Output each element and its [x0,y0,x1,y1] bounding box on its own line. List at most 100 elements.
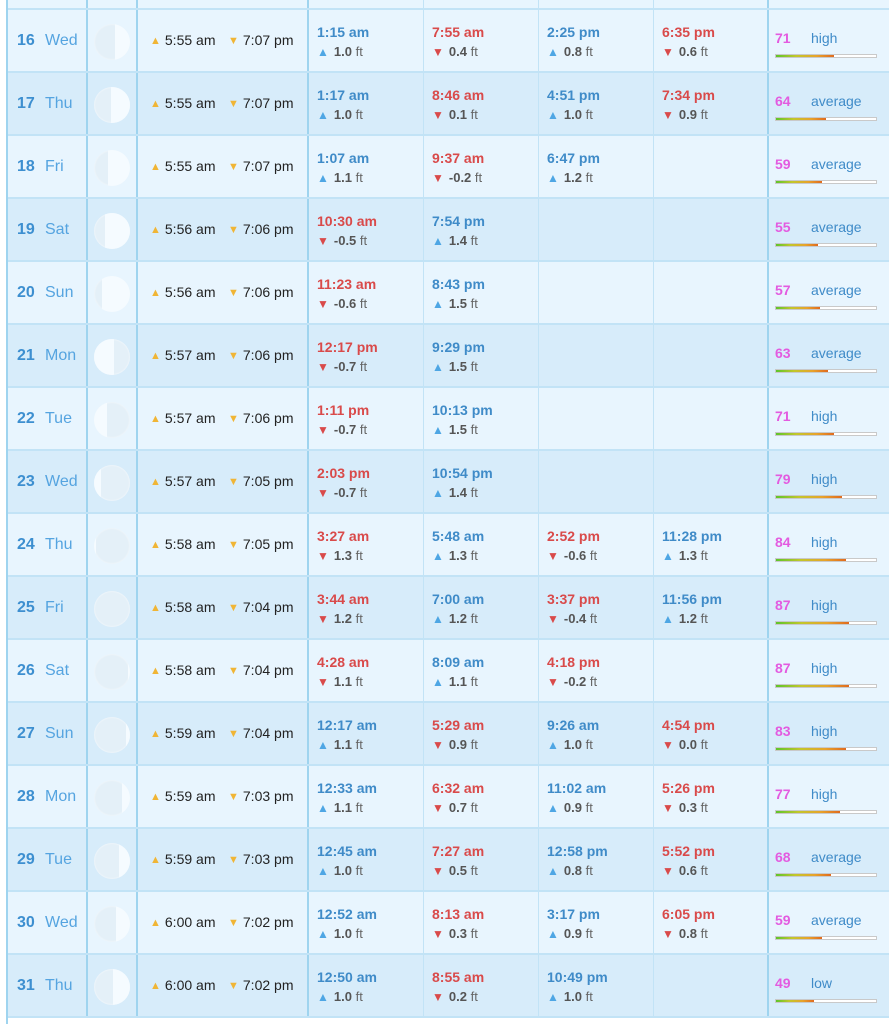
coefficient-bar [775,873,877,877]
table-row-24[interactable]: 24 Thu ▲ 5:58 am ▼ 7:05 pm 3:27 am ▼ 1.3 ft … [8,514,889,577]
sunset-time: 7:06 pm [242,284,294,300]
tide-cell: 1:11 pm ▼ -0.7 ft [309,388,424,449]
coefficient-label: low [811,975,833,991]
coefficient-label: average [811,219,862,235]
tide-height: ▲ 1.1 ft [317,800,363,815]
table-row-16[interactable]: 16 Wed ▲ 5:55 am ▼ 7:07 pm 1:15 am ▲ 1.0 ft … [8,10,889,73]
tide-height-unit: ft [351,800,363,815]
tide-height-value: 1.3 [678,548,697,563]
coefficient-label: high [811,597,838,613]
sunset-time: 7:05 pm [242,473,294,489]
tide-height-unit: ft [696,863,708,878]
sunset: ▼ 7:07 pm [228,95,293,111]
tide-height-unit: ft [351,611,363,626]
coefficient-bar-fill [776,118,826,120]
moon-phase-icon [94,843,130,879]
table-row-26[interactable]: 26 Sat ▲ 5:58 am ▼ 7:04 pm 4:28 am ▼ 1.1 ft … [8,640,889,703]
coefficient-bar-fill [776,181,822,183]
table-row-29[interactable]: 29 Tue ▲ 5:59 am ▼ 7:03 pm 12:45 am ▲ 1.0 ft… [8,829,889,892]
low-tide-icon: ▼ [432,171,444,185]
low-tide-time: 5:26 pm [662,780,715,796]
tide-height: ▼ 0.6 ft [662,44,708,59]
tide-height-unit: ft [581,107,593,122]
table-row-22[interactable]: 22 Tue ▲ 5:57 am ▼ 7:06 pm 1:11 pm ▼ -0.7 ft… [8,388,889,451]
coefficient-value: 59 [775,156,791,172]
tide-height-value: 1.2 [563,170,582,185]
coefficient-bar [775,369,877,373]
sunrise-icon: ▲ [150,665,161,677]
low-tide-icon: ▼ [432,864,444,878]
tide-height-value: 0.7 [448,800,467,815]
table-row-31[interactable]: 31 Thu ▲ 6:00 am ▼ 7:02 pm 12:50 am ▲ 1.0 ft… [8,955,889,1018]
tide-cell: 7:34 pm ▼ 0.9 ft [654,73,769,134]
tide-cell: 12:50 am ▲ 1.0 ft [309,955,424,1016]
high-tide-time: 11:02 am [547,780,607,796]
moon-cell [88,262,138,323]
date-cell: 24 Thu [8,514,88,575]
tide-height: ▲ 0.9 ft [547,926,593,941]
sunset: ▼ 7:07 pm [228,158,293,174]
high-tide-icon: ▲ [317,801,329,815]
sunrise-time: 5:55 am [164,95,216,111]
coefficient-bar [775,621,877,625]
tide-height: ▲ 1.5 ft [432,359,478,374]
low-tide-icon: ▼ [317,423,329,437]
coefficient-cell: 59 average [769,892,889,953]
table-row-20[interactable]: 20 Sun ▲ 5:56 am ▼ 7:06 pm 11:23 am ▼ -0.6 f… [8,262,889,325]
low-tide-icon: ▼ [432,738,444,752]
tide-height: ▲ 1.0 ft [317,989,363,1004]
day-name: Thu [45,536,73,553]
tide-height: ▼ -0.7 ft [317,359,367,374]
coefficient-bar-fill [776,496,842,498]
tide-height: ▼ -0.2 ft [547,674,597,689]
moon-phase-icon [94,402,130,438]
table-row-25[interactable]: 25 Fri ▲ 5:58 am ▼ 7:04 pm 3:44 am ▼ 1.2 ft … [8,577,889,640]
table-row-23[interactable]: 23 Wed ▲ 5:57 am ▼ 7:05 pm 2:03 pm ▼ -0.7 ft… [8,451,889,514]
tide-height-value: 1.0 [333,989,352,1004]
coefficient-value: 59 [775,912,791,928]
coefficient-label: high [811,660,838,676]
table-row-18[interactable]: 18 Fri ▲ 5:55 am ▼ 7:07 pm 1:07 am ▲ 1.1 ft … [8,136,889,199]
low-tide-time: 2:52 pm [547,528,600,544]
tide-height-value: 1.0 [563,107,582,122]
coefficient-cell: 71 high [769,388,889,449]
table-row-17[interactable]: 17 Thu ▲ 5:55 am ▼ 7:07 pm 1:17 am ▲ 1.0 ft … [8,73,889,136]
day-name: Wed [45,32,78,49]
table-row-21[interactable]: 21 Mon ▲ 5:57 am ▼ 7:06 pm 12:17 pm ▼ -0.7 f… [8,325,889,388]
tide-height-value: 0.4 [448,44,467,59]
tide-height: ▼ -0.2 ft [432,170,482,185]
tide-cell: 12:33 am ▲ 1.1 ft [309,766,424,827]
low-tide-time: 5:29 am [432,717,485,733]
sunrise-icon: ▲ [150,35,161,47]
tide-height-value: 0.3 [448,926,467,941]
day-number: 27 [17,725,35,742]
tide-height-unit: ft [696,548,708,563]
low-tide-icon: ▼ [662,864,674,878]
date-cell: 19 Sat [8,199,88,260]
tide-cell: 10:13 pm ▲ 1.5 ft [424,388,539,449]
table-row-27[interactable]: 27 Sun ▲ 5:59 am ▼ 7:04 pm 12:17 am ▲ 1.1 ft… [8,703,889,766]
tide-height: ▼ 0.6 ft [662,863,708,878]
tide-cell [654,262,769,323]
table-row-30[interactable]: 30 Wed ▲ 6:00 am ▼ 7:02 pm 12:52 am ▲ 1.0 ft… [8,892,889,955]
sunset: ▼ 7:05 pm [228,536,293,552]
table-row-19[interactable]: 19 Sat ▲ 5:56 am ▼ 7:06 pm 10:30 am ▼ -0.5 f… [8,199,889,262]
sunrise-time: 5:57 am [164,473,216,489]
tide-height: ▼ 0.1 ft [432,107,478,122]
coefficient-cell: 64 average [769,73,889,134]
date-cell: 28 Mon [8,766,88,827]
day-name: Sun [45,284,74,301]
tide-height: ▼ 0.9 ft [662,107,708,122]
tide-height-value: 0.8 [563,863,582,878]
tide-height: ▲ 1.5 ft [432,422,478,437]
tide-cell [539,388,654,449]
low-tide-time: 3:27 am [317,528,370,544]
coefficient-value: 83 [775,723,791,739]
tide-height: ▲ 0.8 ft [547,863,593,878]
sunset-icon: ▼ [228,539,239,551]
tide-height: ▲ 1.0 ft [317,926,363,941]
table-row-28[interactable]: 28 Mon ▲ 5:59 am ▼ 7:03 pm 12:33 am ▲ 1.1 ft… [8,766,889,829]
high-tide-icon: ▲ [317,864,329,878]
coefficient-value: 57 [775,282,791,298]
sunrise-time: 6:00 am [164,914,216,930]
